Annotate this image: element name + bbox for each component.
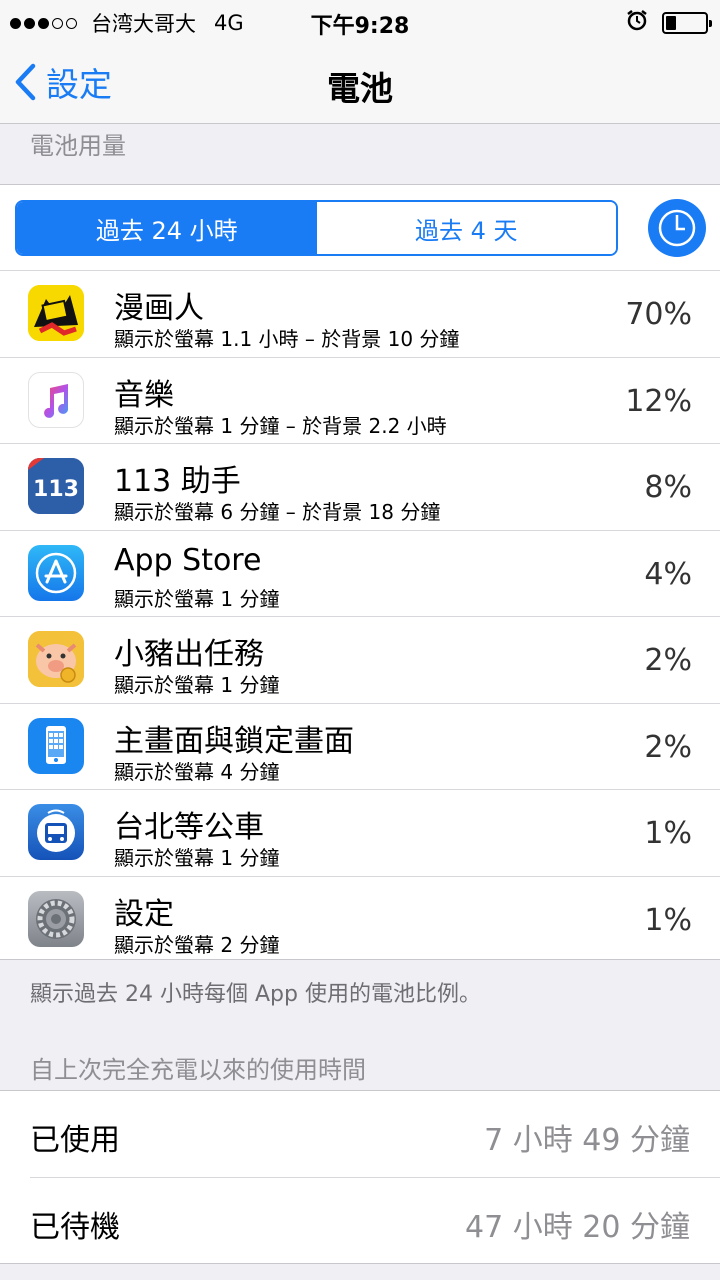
app-name: 漫画人 — [114, 291, 204, 326]
list-item[interactable]: 音樂 顯示於螢幕 1 分鐘 – 於背景 2.2 小時 12% — [0, 356, 720, 444]
bus-icon — [28, 804, 84, 860]
app-name: 設定 — [114, 896, 174, 932]
app-usage-detail: 顯示於螢幕 2 分鐘 — [114, 932, 280, 957]
status-time: 下午9:28 — [310, 14, 410, 39]
app-name: App Store — [114, 542, 262, 578]
used-value: 7 小時 49 分鐘 — [484, 1123, 690, 1158]
navigation-bar: 設定 電池 — [0, 40, 720, 124]
segment-24-hours[interactable]: 過去 24 小時 — [17, 202, 317, 254]
app-name: 主畫面與鎖定畫面 — [114, 723, 354, 759]
music-icon — [28, 371, 84, 428]
app-usage-detail: 顯示於螢幕 6 分鐘 – 於背景 18 分鐘 — [114, 500, 441, 524]
manhuaren-icon — [28, 285, 84, 341]
app-name: 113 助手 — [114, 464, 241, 499]
list-item[interactable]: 主畫面與鎖定畫面 顯示於螢幕 4 分鐘 2% — [0, 702, 720, 790]
page-title: 電池 — [327, 69, 393, 108]
list-item[interactable]: 設定 顯示於螢幕 2 分鐘 1% — [0, 875, 720, 963]
segment-4-days[interactable]: 過去 4 天 — [316, 202, 616, 254]
standby-value: 47 小時 20 分鐘 — [465, 1210, 690, 1245]
usage-row-used: 已使用 7 小時 49 分鐘 — [0, 1091, 720, 1177]
app-battery-percent: 2% — [644, 643, 692, 678]
svg-text:113: 113 — [33, 477, 79, 502]
battery-usage-panel: 過去 24 小時 過去 4 天 漫画人 顯示於螢幕 1.1 小時 – 於背景 1… — [0, 184, 720, 960]
list-item[interactable]: 台北等公車 顯示於螢幕 1 分鐘 1% — [0, 789, 720, 876]
app-name: 音樂 — [114, 377, 174, 413]
app-usage-detail: 顯示於螢幕 4 分鐘 — [114, 759, 280, 784]
status-bar: 台湾大哥大 4G 下午9:28 — [0, 0, 720, 40]
app-usage-detail: 顯示於螢幕 1 分鐘 – 於背景 2.2 小時 — [114, 413, 447, 438]
home-lock-screen-icon — [28, 717, 84, 774]
113-helper-icon: 113 — [28, 458, 84, 514]
usage-since-charge-header: 自上次完全充電以來的使用時間 — [30, 1056, 366, 1084]
app-usage-detail: 顯示於螢幕 1.1 小時 – 於背景 10 分鐘 — [114, 327, 460, 351]
settings-gear-icon — [28, 890, 84, 947]
app-battery-percent: 70% — [625, 297, 692, 332]
battery-icon — [662, 11, 712, 34]
app-battery-percent: 2% — [644, 729, 692, 765]
app-usage-detail: 顯示於螢幕 1 分鐘 — [114, 673, 280, 697]
app-store-icon — [28, 544, 84, 601]
clock-icon[interactable] — [648, 199, 706, 257]
list-item[interactable]: 小豬出任務 顯示於螢幕 1 分鐘 2% — [0, 616, 720, 703]
list-item[interactable]: 漫画人 顯示於螢幕 1.1 小時 – 於背景 10 分鐘 70% — [0, 270, 720, 357]
standby-label: 已待機 — [30, 1210, 120, 1245]
status-right — [626, 9, 712, 36]
list-item[interactable]: 113 113 助手 顯示於螢幕 6 分鐘 – 於背景 18 分鐘 8% — [0, 443, 720, 530]
app-name: 小豬出任務 — [114, 637, 264, 672]
app-usage-detail: 顯示於螢幕 1 分鐘 — [114, 846, 280, 870]
usage-time-panel: 已使用 7 小時 49 分鐘 已待機 47 小時 20 分鐘 — [0, 1090, 720, 1264]
app-usage-detail: 顯示於螢幕 1 分鐘 — [114, 586, 280, 611]
piggy-icon — [28, 631, 84, 687]
usage-row-standby: 已待機 47 小時 20 分鐘 — [30, 1177, 720, 1263]
app-battery-percent: 4% — [644, 556, 692, 592]
app-name: 台北等公車 — [114, 810, 264, 845]
app-battery-percent: 8% — [644, 470, 692, 505]
list-item[interactable]: App Store 顯示於螢幕 1 分鐘 4% — [0, 529, 720, 617]
battery-footer-note: 顯示過去 24 小時每個 App 使用的電池比例。 — [30, 982, 481, 1007]
battery-usage-header: 電池用量 — [30, 132, 126, 160]
app-battery-percent: 1% — [644, 816, 692, 851]
app-battery-percent: 12% — [625, 383, 692, 419]
app-battery-percent: 1% — [644, 902, 692, 938]
app-battery-list: 漫画人 顯示於螢幕 1.1 小時 – 於背景 10 分鐘 70% 音樂 顯示於螢… — [0, 270, 720, 962]
used-label: 已使用 — [30, 1123, 120, 1158]
time-range-segmented-control: 過去 24 小時 過去 4 天 — [15, 200, 618, 256]
alarm-icon — [626, 9, 648, 36]
